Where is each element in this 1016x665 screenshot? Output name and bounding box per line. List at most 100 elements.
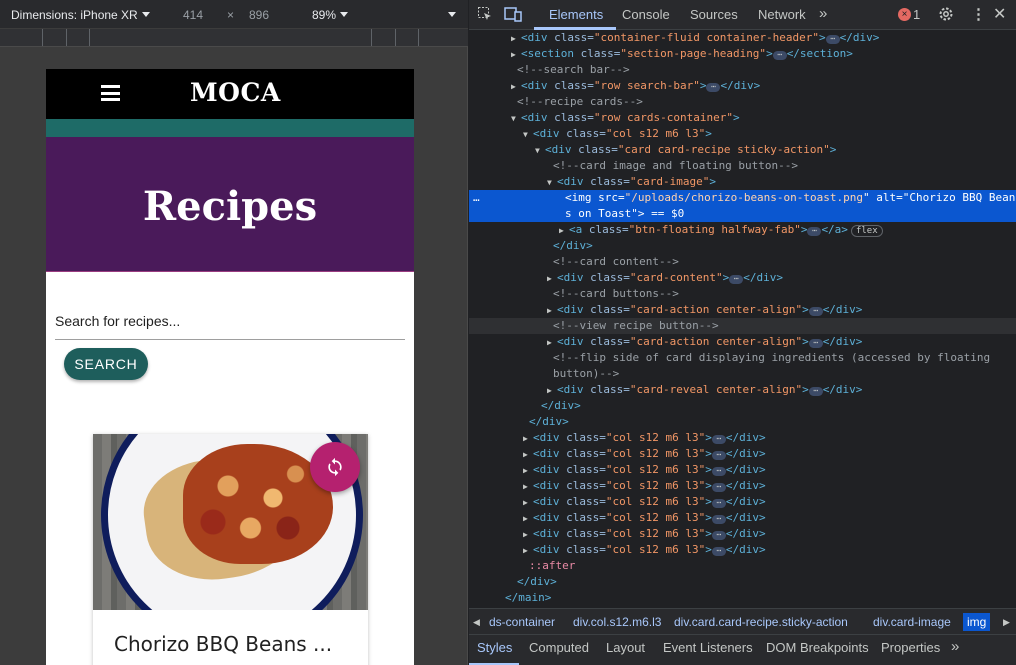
- error-count[interactable]: 1: [913, 7, 920, 22]
- tag-bracket: >: [705, 431, 712, 444]
- dom-node-row[interactable]: <!--flip side of card displaying ingredi…: [469, 350, 1016, 382]
- dom-node-row[interactable]: ▶ <div class="card-action center-align"> ⋯…: [469, 302, 1016, 318]
- expand-toggle-icon: ▶: [523, 434, 528, 443]
- collapsed-children-icon: ⋯: [711, 531, 726, 540]
- dom-node-row[interactable]: ▼ <div class="row cards-container">: [469, 110, 1016, 126]
- dom-node-row[interactable]: <!--card image and floating button-->: [469, 158, 1016, 174]
- tab-network[interactable]: Network: [758, 7, 806, 22]
- dom-node-row[interactable]: ▶ <div class="col s12 m6 l3"> ⋯ </div>: [469, 430, 1016, 446]
- dom-node-row[interactable]: ▶ <div class="col s12 m6 l3"> ⋯ </div>: [469, 462, 1016, 478]
- zoom-select[interactable]: 89%: [312, 8, 349, 22]
- dom-node-row[interactable]: ▶ <div class="col s12 m6 l3"> ⋯ </div>: [469, 446, 1016, 462]
- dom-node-row[interactable]: ▼ <div class="card card-recipe sticky-act…: [469, 142, 1016, 158]
- search-button[interactable]: SEARCH: [64, 348, 148, 380]
- attribute-name: class=: [554, 79, 594, 92]
- attribute-value: "col s12 m6 l3": [605, 543, 706, 556]
- breadcrumb-item[interactable]: div.card.card-recipe.sticky-action: [674, 615, 848, 629]
- dom-node-row[interactable]: ▶ <div class="row search-bar"> ⋯ </div>: [469, 78, 1016, 94]
- mobile-viewport: MOCA Recipes Search for recipes... SEARC…: [46, 69, 414, 665]
- dom-node-row[interactable]: ▶ <div class="container-fluid container-h…: [469, 30, 1016, 46]
- dom-node-row[interactable]: </div>: [469, 414, 1016, 430]
- breadcrumb-scroll-left-icon[interactable]: ◀: [473, 617, 480, 628]
- attribute-value: "card-reveal center-align": [629, 383, 803, 396]
- dom-node-row[interactable]: <!--view recipe button-->: [469, 318, 1016, 334]
- device-height-input[interactable]: 896: [249, 8, 269, 22]
- site-logo[interactable]: MOCA: [190, 78, 281, 107]
- tag-name: <div: [533, 463, 567, 476]
- dom-node-row[interactable]: ▶ <div class="card-action center-align"> ⋯…: [469, 334, 1016, 350]
- device-toggle-icon[interactable]: [504, 6, 522, 25]
- dom-node-row[interactable]: </div>: [469, 398, 1016, 414]
- page-heading-section: Recipes: [46, 137, 414, 272]
- collapsed-children-icon: ⋯: [729, 275, 744, 284]
- hamburger-icon[interactable]: [101, 85, 120, 101]
- attribute-value: "col s12 m6 l3": [605, 463, 706, 476]
- tab-dom-breakpoints[interactable]: DOM Breakpoints: [766, 640, 869, 655]
- attribute-name: class=: [578, 143, 618, 156]
- dom-node-row[interactable]: <!--card buttons-->: [469, 286, 1016, 302]
- dom-node-row[interactable]: </div>: [469, 238, 1016, 254]
- device-width-input[interactable]: 414: [183, 8, 203, 22]
- device-options-button[interactable]: [444, 8, 456, 22]
- collapsed-children-icon: ⋯: [711, 499, 726, 508]
- breadcrumb-scroll-right-icon[interactable]: ▶: [1003, 617, 1010, 628]
- tag-bracket: >: [699, 79, 707, 92]
- dom-node-row[interactable]: ▶ <div class="card-reveal center-align"> ⋯…: [469, 382, 1016, 398]
- tab-layout[interactable]: Layout: [606, 640, 645, 655]
- gear-icon[interactable]: [938, 6, 954, 25]
- dom-node-row[interactable]: ::after: [469, 558, 1016, 574]
- tab-console[interactable]: Console: [622, 7, 670, 22]
- attribute-name: class=: [566, 463, 606, 476]
- tab-styles[interactable]: Styles: [477, 640, 512, 655]
- attribute-name: class=: [566, 447, 606, 460]
- flip-card-button[interactable]: [310, 442, 360, 492]
- dom-node-row[interactable]: </main>: [469, 590, 1016, 606]
- inspect-element-icon[interactable]: [477, 6, 493, 25]
- search-input[interactable]: Search for recipes...: [55, 307, 405, 340]
- dom-node-row[interactable]: </div>: [469, 574, 1016, 590]
- close-icon[interactable]: ✕: [993, 4, 1006, 24]
- dom-node-row[interactable]: ▼ <div class="col s12 m6 l3">: [469, 126, 1016, 142]
- dom-node-row[interactable]: ▼ <div class="card-image">: [469, 174, 1016, 190]
- tab-event-listeners[interactable]: Event Listeners: [663, 640, 753, 655]
- tab-properties[interactable]: Properties: [881, 640, 940, 655]
- dom-node-row[interactable]: ▶ <div class="card-content"> ⋯ </div>: [469, 270, 1016, 286]
- recipe-image: [93, 434, 368, 610]
- media-query-ruler[interactable]: [0, 29, 468, 47]
- dom-node-row[interactable]: ▶ <div class="col s12 m6 l3"> ⋯ </div>: [469, 542, 1016, 558]
- collapsed-children-icon: ⋯: [711, 467, 726, 476]
- device-dimensions-select[interactable]: Dimensions: iPhone XR: [11, 8, 150, 22]
- expand-toggle-icon: ▼: [547, 178, 552, 187]
- tab-elements[interactable]: Elements: [549, 7, 603, 22]
- more-tabs-icon[interactable]: »: [951, 638, 959, 655]
- breadcrumb-item[interactable]: div.card-image: [873, 615, 951, 629]
- dom-node-row[interactable]: ▶ <div class="col s12 m6 l3"> ⋯ </div>: [469, 478, 1016, 494]
- dom-node-row[interactable]: ▶ <div class="col s12 m6 l3"> ⋯ </div>: [469, 526, 1016, 542]
- attribute-name: class=: [566, 127, 606, 140]
- device-dimensions-label: Dimensions: iPhone XR: [11, 8, 138, 22]
- dom-node-row[interactable]: <!--search bar-->: [469, 62, 1016, 78]
- dom-node-row[interactable]: ▶ <div class="col s12 m6 l3"> ⋯ </div>: [469, 510, 1016, 526]
- pseudo-element: ::after: [529, 559, 576, 572]
- kebab-menu-icon[interactable]: ⋮: [971, 5, 986, 23]
- breadcrumb-item[interactable]: div.col.s12.m6.l3: [573, 615, 661, 629]
- dom-node-row[interactable]: <img src="/uploads/chorizo-beans-on-toas…: [469, 190, 1016, 222]
- dom-node-row[interactable]: ▶ <section class="section-page-heading"> ⋯…: [469, 46, 1016, 62]
- error-icon[interactable]: ×: [898, 8, 911, 21]
- sync-icon: [328, 457, 342, 477]
- collapsed-children-icon: ⋯: [711, 515, 726, 524]
- expand-toggle-icon: ▶: [547, 386, 552, 395]
- more-tabs-icon[interactable]: »: [819, 5, 827, 22]
- tab-sources[interactable]: Sources: [690, 7, 738, 22]
- dom-node-row[interactable]: <!--recipe cards-->: [469, 94, 1016, 110]
- dom-node-row[interactable]: ▶ <div class="col s12 m6 l3"> ⋯ </div>: [469, 494, 1016, 510]
- dom-node-row[interactable]: <!--card content-->: [469, 254, 1016, 270]
- tab-computed[interactable]: Computed: [529, 640, 589, 655]
- recipe-card-title[interactable]: Chorizo BBQ Beans ...: [114, 632, 332, 656]
- dom-node-row[interactable]: ▶ <a class="btn-floating halfway-fab"> ⋯ </…: [469, 222, 1016, 238]
- breadcrumb-item-current[interactable]: img: [963, 613, 991, 631]
- breadcrumb-item[interactable]: ds-container: [489, 615, 555, 629]
- tag-name: <div: [521, 111, 555, 124]
- attribute-value: "/uploads/chorizo-beans-on-toast.png: [624, 191, 864, 204]
- tag-name: <div: [533, 127, 567, 140]
